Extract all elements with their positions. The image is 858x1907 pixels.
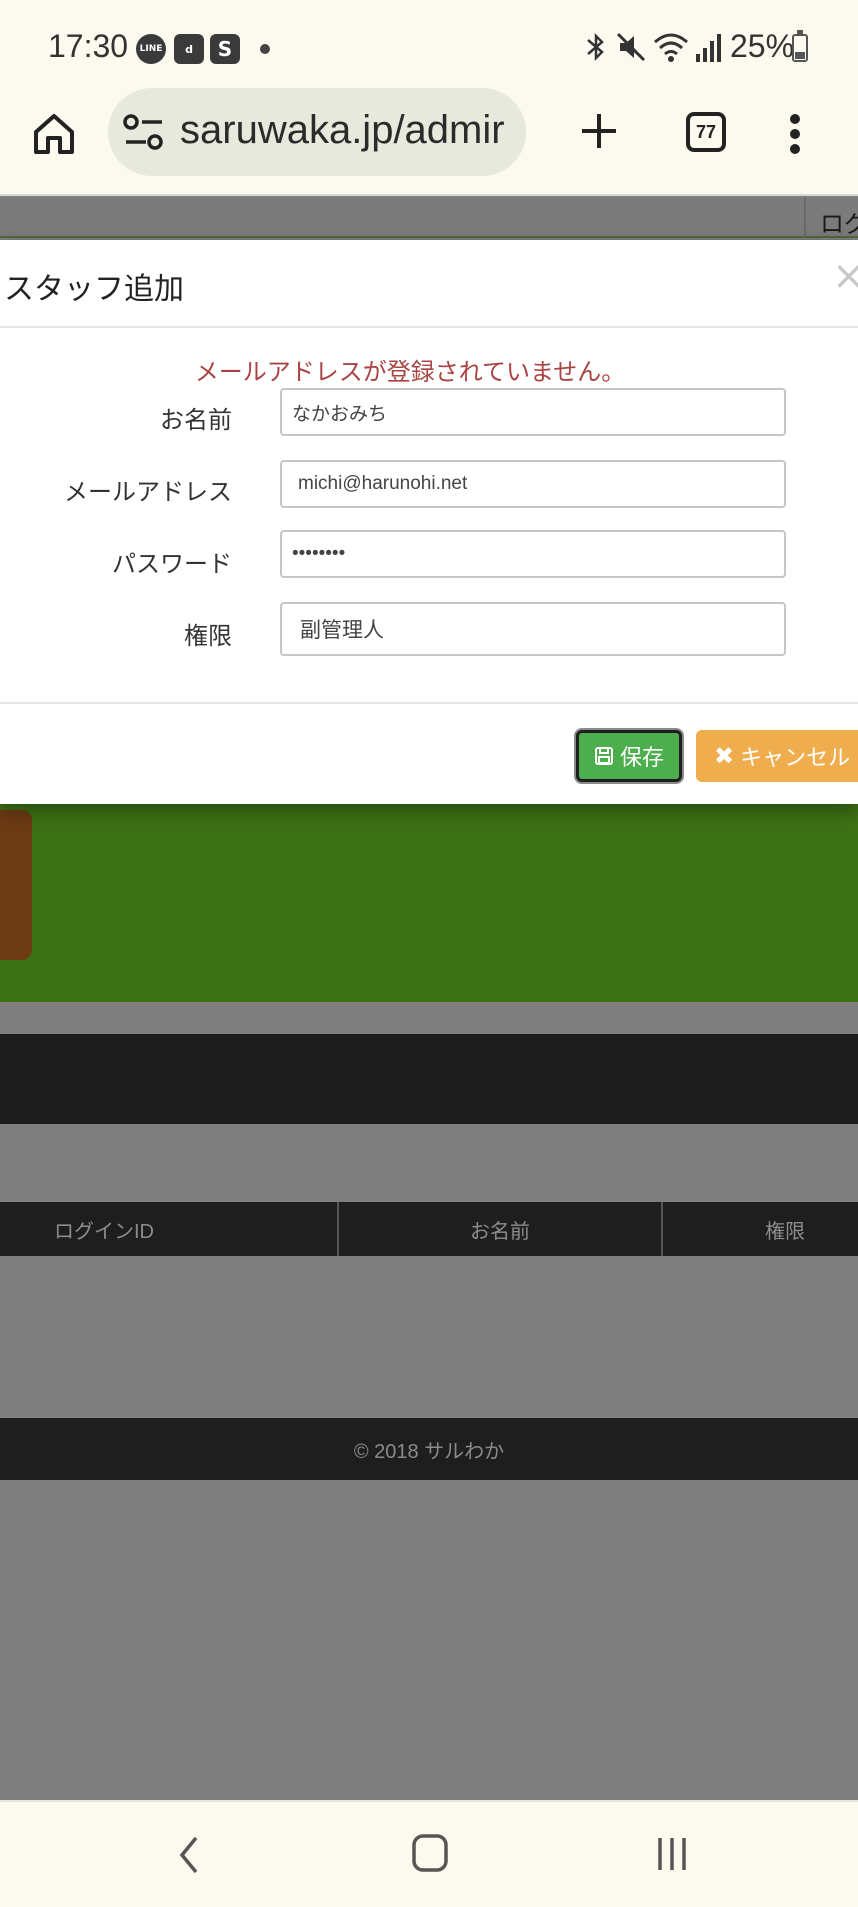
col-name: お名前 bbox=[470, 1220, 530, 1243]
hero-band bbox=[0, 804, 858, 1002]
email-label: メールアドレス bbox=[64, 478, 232, 506]
url-text: saruwaka.jp/admir bbox=[180, 108, 505, 152]
name-label: お名前 bbox=[160, 406, 232, 434]
add-staff-modal: スタッフ追加 × メールアドレスが登録されていません。 お名前 なかおみち メー… bbox=[0, 240, 858, 804]
s-icon: S bbox=[210, 34, 240, 64]
email-field[interactable]: michi@harunohi.net bbox=[280, 460, 786, 508]
staff-table-header: ログインID お名前 権限 bbox=[0, 1202, 858, 1256]
modal-footer-divider bbox=[0, 702, 858, 704]
status-bar: 17:30 LINE d S 25% bbox=[0, 0, 858, 92]
save-button[interactable]: 保存 bbox=[576, 730, 682, 782]
wifi-icon bbox=[654, 33, 688, 62]
signal-icon bbox=[696, 34, 721, 62]
mute-icon bbox=[616, 32, 646, 62]
system-nav-bar bbox=[0, 1800, 858, 1907]
page-navbar bbox=[0, 198, 858, 238]
tab-switcher-button[interactable]: 77 bbox=[686, 112, 726, 152]
name-field[interactable]: なかおみち bbox=[280, 388, 786, 436]
password-field[interactable]: •••••••• bbox=[280, 530, 786, 578]
home-icon[interactable] bbox=[30, 110, 78, 158]
dot-icon bbox=[260, 44, 270, 54]
role-label: 権限 bbox=[184, 622, 232, 650]
line-icon: LINE bbox=[136, 34, 166, 64]
close-icon: ✖ bbox=[714, 742, 735, 770]
site-settings-icon[interactable] bbox=[122, 112, 166, 152]
error-message: メールアドレスが登録されていません。 bbox=[194, 358, 626, 386]
role-select[interactable]: 副管理人 bbox=[280, 602, 786, 656]
more-menu-icon[interactable] bbox=[782, 112, 808, 156]
home-nav-icon[interactable] bbox=[410, 1832, 450, 1874]
d-app-icon: d bbox=[174, 34, 204, 64]
modal-title: スタッフ追加 bbox=[4, 272, 184, 307]
modal-header: スタッフ追加 × bbox=[0, 240, 858, 328]
page-footer: © 2018 サルわか bbox=[0, 1418, 858, 1480]
recent-apps-icon[interactable] bbox=[652, 1834, 692, 1874]
save-label: 保存 bbox=[619, 746, 664, 771]
url-bar[interactable]: saruwaka.jp/admir bbox=[108, 88, 526, 176]
col-login-id: ログインID bbox=[54, 1220, 154, 1243]
floppy-disk-icon bbox=[594, 747, 613, 765]
dark-band bbox=[0, 1034, 858, 1124]
back-icon[interactable] bbox=[174, 1832, 204, 1878]
battery-icon bbox=[792, 30, 808, 62]
cancel-label: キャンセル bbox=[740, 746, 851, 771]
close-icon[interactable]: × bbox=[832, 256, 858, 296]
bluetooth-icon bbox=[587, 32, 604, 62]
password-label: パスワード bbox=[112, 550, 232, 578]
cancel-button[interactable]: ✖ キャンセル bbox=[696, 730, 858, 782]
status-time: 17:30 bbox=[48, 28, 129, 64]
col-role: 権限 bbox=[765, 1220, 805, 1243]
login-link[interactable]: ログ bbox=[804, 198, 858, 238]
new-tab-icon[interactable] bbox=[578, 110, 620, 152]
side-panel bbox=[0, 810, 32, 960]
battery-percent: 25% bbox=[730, 28, 795, 64]
